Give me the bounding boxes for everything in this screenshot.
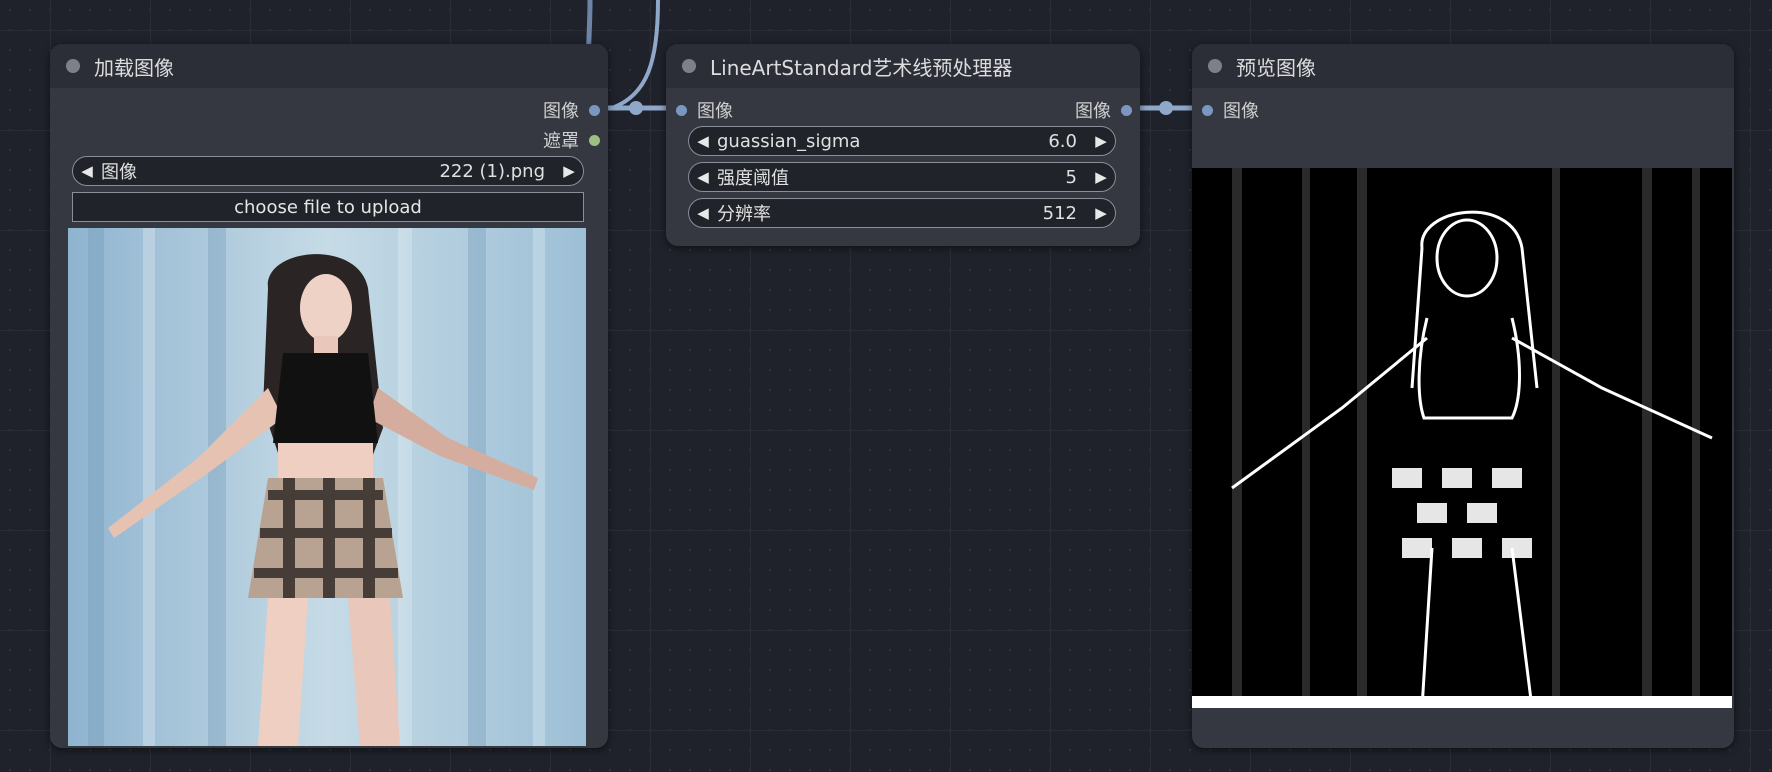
output-image[interactable]: 图像 bbox=[543, 98, 600, 122]
decrement-arrow-icon[interactable]: ◀ bbox=[73, 162, 101, 180]
widget-value: 5 bbox=[1065, 166, 1077, 188]
widget-value: 222 (1).png bbox=[439, 160, 545, 182]
widget-label: guassian_sigma bbox=[717, 130, 861, 152]
decrement-arrow-icon[interactable]: ◀ bbox=[689, 204, 717, 222]
lineart-node[interactable]: LineArtStandard艺术线预处理器 图像 图像 ◀ guassian_… bbox=[666, 44, 1140, 246]
load-image-header[interactable]: 加载图像 bbox=[50, 44, 608, 88]
input-image-port-icon[interactable] bbox=[1202, 104, 1213, 116]
widget-label: 分辨率 bbox=[717, 204, 771, 225]
increment-arrow-icon[interactable]: ▶ bbox=[1087, 204, 1115, 222]
output-mask-label: 遮罩 bbox=[543, 131, 579, 152]
lineart-header[interactable]: LineArtStandard艺术线预处理器 bbox=[666, 44, 1140, 88]
node-title: 预览图像 bbox=[1236, 55, 1316, 80]
increment-arrow-icon[interactable]: ▶ bbox=[555, 162, 583, 180]
resolution-widget[interactable]: ◀ 分辨率 512 ▶ bbox=[688, 198, 1116, 228]
input-image-label: 图像 bbox=[1223, 101, 1259, 122]
input-image[interactable]: 图像 bbox=[676, 98, 733, 122]
increment-arrow-icon[interactable]: ▶ bbox=[1087, 132, 1115, 150]
widget-value: 6.0 bbox=[1048, 130, 1077, 152]
decrement-arrow-icon[interactable]: ◀ bbox=[689, 168, 717, 186]
output-image-label: 图像 bbox=[543, 101, 579, 122]
node-title: LineArtStandard艺术线预处理器 bbox=[710, 55, 1013, 80]
intensity-threshold-widget[interactable]: ◀ 强度阈值 5 ▶ bbox=[688, 162, 1116, 192]
output-image[interactable]: 图像 bbox=[1075, 98, 1132, 122]
image-select-widget[interactable]: ◀ 图像 222 (1).png ▶ bbox=[72, 156, 584, 186]
preview-header[interactable]: 预览图像 bbox=[1192, 44, 1734, 88]
widget-label: 强度阈值 bbox=[717, 168, 789, 189]
widget-value: 512 bbox=[1042, 202, 1077, 224]
node-title: 加载图像 bbox=[94, 55, 174, 80]
increment-arrow-icon[interactable]: ▶ bbox=[1087, 168, 1115, 186]
output-mask-port-icon[interactable] bbox=[589, 134, 600, 146]
source-photo bbox=[68, 228, 586, 746]
upload-button[interactable]: choose file to upload bbox=[72, 192, 584, 222]
input-image-label: 图像 bbox=[697, 101, 733, 122]
source-photo-illustration bbox=[68, 228, 586, 746]
decrement-arrow-icon[interactable]: ◀ bbox=[689, 132, 717, 150]
output-image-port-icon[interactable] bbox=[589, 104, 600, 116]
collapse-dot-icon[interactable] bbox=[66, 59, 80, 73]
load-image-node[interactable]: 加载图像 图像 遮罩 ◀ 图像 222 (1).png ▶ choose fil… bbox=[50, 44, 608, 748]
lineart-preview-illustration bbox=[1192, 168, 1732, 708]
output-mask[interactable]: 遮罩 bbox=[543, 128, 600, 152]
output-image-label: 图像 bbox=[1075, 101, 1111, 122]
input-image-port-icon[interactable] bbox=[676, 104, 687, 116]
guassian-sigma-widget[interactable]: ◀ guassian_sigma 6.0 ▶ bbox=[688, 126, 1116, 156]
collapse-dot-icon[interactable] bbox=[682, 59, 696, 73]
widget-label: 图像 bbox=[101, 162, 137, 183]
preview-image-node[interactable]: 预览图像 图像 bbox=[1192, 44, 1734, 748]
input-image[interactable]: 图像 bbox=[1202, 98, 1259, 122]
output-image-port-icon[interactable] bbox=[1121, 104, 1132, 116]
collapse-dot-icon[interactable] bbox=[1208, 59, 1222, 73]
lineart-preview bbox=[1192, 168, 1732, 708]
